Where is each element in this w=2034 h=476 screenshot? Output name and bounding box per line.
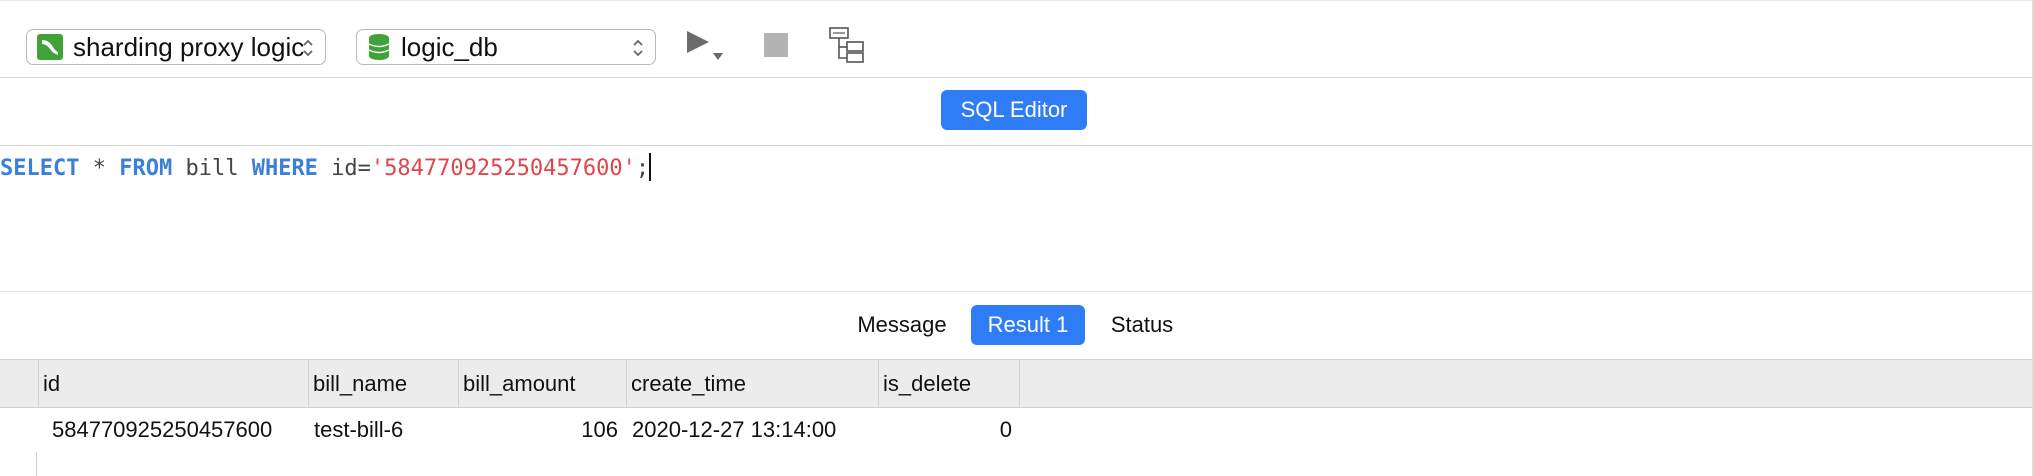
keyword-where: WHERE bbox=[251, 156, 318, 181]
chevron-updown-icon bbox=[303, 39, 313, 57]
sql-editor-tab[interactable]: SQL Editor bbox=[941, 90, 1087, 130]
query-window: sharding proxy logic logic_db SQL Editor… bbox=[0, 0, 2034, 476]
cell-is-delete[interactable]: 0 bbox=[882, 408, 1012, 452]
query-star: * bbox=[79, 156, 120, 181]
chevron-updown-icon bbox=[633, 39, 643, 57]
connection-icon bbox=[37, 34, 63, 60]
tab-message[interactable]: Message bbox=[840, 305, 964, 345]
play-icon bbox=[687, 31, 723, 60]
text-caret bbox=[649, 153, 652, 181]
result-tabs: Message Result 1 Status bbox=[0, 292, 2034, 360]
table-row[interactable]: 584770925250457600 test-bill-6 106 2020-… bbox=[0, 408, 2034, 452]
column-header-id[interactable]: id bbox=[38, 360, 308, 408]
query-line[interactable]: SELECT * FROM bill WHERE id='58477092525… bbox=[0, 152, 652, 186]
grid-header: id bill_name bill_amount create_time is_… bbox=[0, 360, 2034, 408]
cell-create-time[interactable]: 2020-12-27 13:14:00 bbox=[632, 408, 876, 452]
stop-icon bbox=[764, 33, 788, 57]
run-button[interactable] bbox=[682, 25, 730, 65]
query-table: bill bbox=[172, 156, 252, 181]
connection-select[interactable]: sharding proxy logic bbox=[26, 29, 326, 65]
sql-editor[interactable]: SELECT * FROM bill WHERE id='58477092525… bbox=[0, 146, 2034, 292]
column-header-bill-name[interactable]: bill_name bbox=[308, 360, 458, 408]
tab-result-1[interactable]: Result 1 bbox=[971, 305, 1085, 345]
column-header-bill-amount[interactable]: bill_amount bbox=[458, 360, 626, 408]
query-value: '584770925250457600' bbox=[370, 156, 636, 181]
keyword-select: SELECT bbox=[0, 156, 80, 181]
column-header-create-time[interactable]: create_time bbox=[626, 360, 878, 408]
database-select[interactable]: logic_db bbox=[356, 29, 656, 65]
database-icon bbox=[368, 34, 390, 60]
query-condition: id= bbox=[317, 156, 371, 181]
toolbar: sharding proxy logic logic_db bbox=[0, 0, 2034, 78]
cell-bill-amount[interactable]: 106 bbox=[462, 408, 618, 452]
keyword-from: FROM bbox=[119, 156, 173, 181]
column-header-is-delete[interactable]: is_delete bbox=[878, 360, 1020, 408]
stop-button[interactable] bbox=[760, 25, 792, 65]
explain-button[interactable] bbox=[824, 25, 870, 65]
connection-name: sharding proxy logic bbox=[73, 31, 305, 62]
tab-status[interactable]: Status bbox=[1092, 305, 1192, 345]
result-grid: id bill_name bill_amount create_time is_… bbox=[0, 360, 2034, 476]
editor-header: SQL Editor bbox=[0, 78, 2034, 146]
cell-bill-name[interactable]: test-bill-6 bbox=[314, 408, 454, 452]
query-end: ; bbox=[635, 156, 650, 181]
database-name: logic_db bbox=[401, 31, 498, 62]
explain-tree-icon bbox=[829, 27, 864, 63]
cell-id[interactable]: 584770925250457600 bbox=[52, 408, 304, 452]
